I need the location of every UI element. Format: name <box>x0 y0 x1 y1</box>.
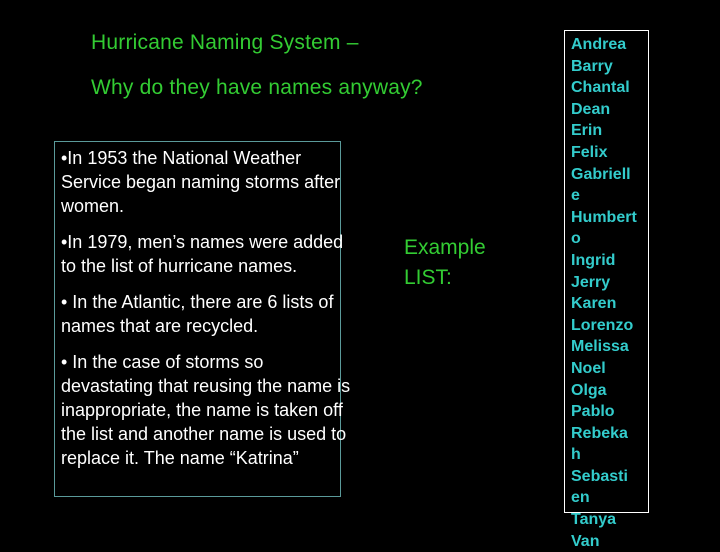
slide-title-line1: Hurricane Naming System – <box>91 31 359 54</box>
name-item: Van <box>571 532 600 550</box>
name-item: Chantal <box>571 79 630 97</box>
name-item: o <box>571 230 581 248</box>
name-item: Gabriell <box>571 165 631 183</box>
name-item: Rebeka <box>571 424 628 442</box>
example-line1: Example <box>404 236 486 259</box>
name-item: Barry <box>571 57 613 75</box>
name-item: Sebasti <box>571 467 628 485</box>
name-item: Lorenzo <box>571 316 634 334</box>
names-list: Andrea Barry Chantal Dean Erin Felix Gabriell e… <box>571 34 651 552</box>
example-line2: LIST: <box>404 266 452 289</box>
slide-title-line2: Why do they have names anyway? <box>91 76 423 99</box>
name-item: e <box>571 187 580 205</box>
bullet-item: • In the Atlantic, there are 6 lists of … <box>61 292 334 336</box>
name-item: Olga <box>571 381 607 399</box>
name-item: Pablo <box>571 403 615 421</box>
name-item: en <box>571 489 590 507</box>
name-item: Jerry <box>571 273 611 291</box>
bullet-list: •In 1953 the National Weather Service be… <box>61 146 351 482</box>
name-item: h <box>571 446 581 464</box>
name-item: Andrea <box>571 36 627 53</box>
example-label: Example LIST: <box>404 233 486 293</box>
name-item: Erin <box>571 122 603 140</box>
name-item: Karen <box>571 295 617 313</box>
bullet-item: •In 1953 the National Weather Service be… <box>61 148 341 216</box>
name-item: Noel <box>571 359 606 377</box>
bullet-item: • In the case of storms so devastating t… <box>61 352 351 468</box>
name-item: Felix <box>571 143 608 161</box>
name-item: Tanya <box>571 511 617 529</box>
name-item: Melissa <box>571 338 629 356</box>
name-item: Dean <box>571 100 611 118</box>
name-item: Ingrid <box>571 251 616 269</box>
name-item: Humbert <box>571 208 637 226</box>
bullet-item: •In 1979, men’s names were added to the … <box>61 232 344 276</box>
